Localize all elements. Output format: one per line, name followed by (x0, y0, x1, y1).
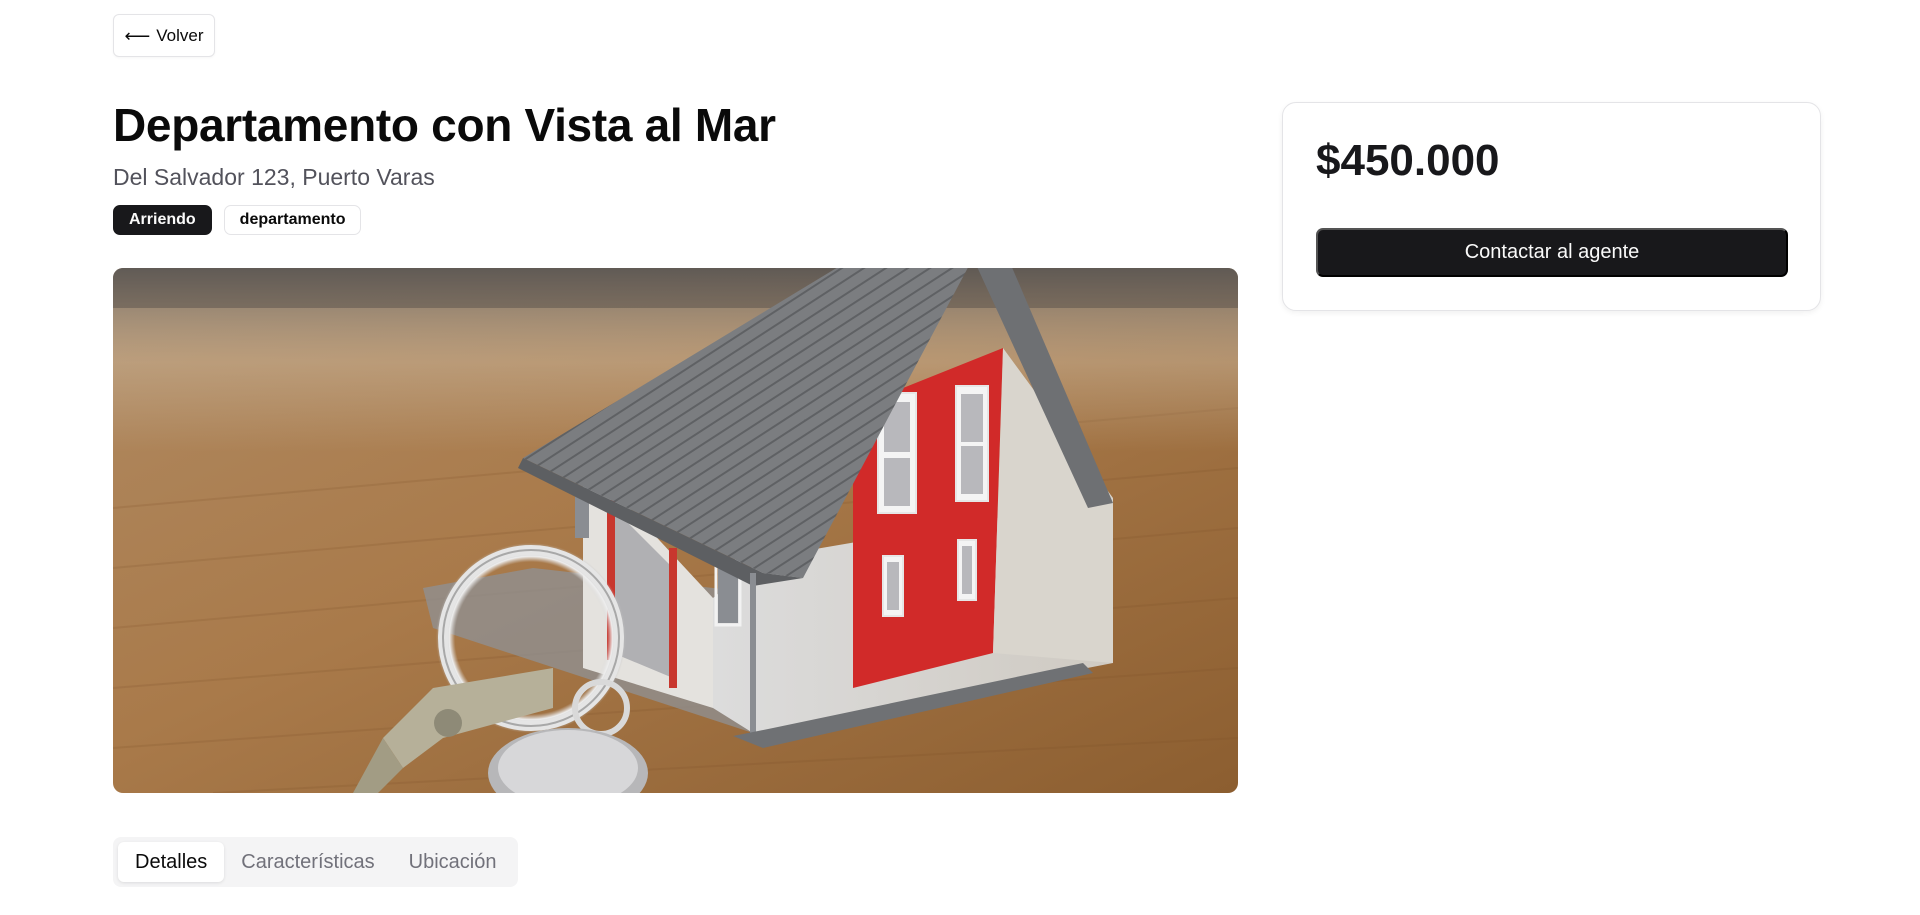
price-card: $450.000 Contactar al agente (1282, 102, 1821, 311)
tab-caracteristicas[interactable]: Características (224, 842, 391, 882)
property-badges: Arriendo departamento (113, 205, 362, 235)
back-button[interactable]: ⟵ Volver (113, 14, 215, 57)
listing-type-badge: Arriendo (113, 205, 212, 235)
property-image (113, 268, 1238, 793)
arrow-left-icon: ⟵ (124, 25, 151, 46)
tab-detalles[interactable]: Detalles (118, 842, 225, 882)
property-address: Del Salvador 123, Puerto Varas (113, 164, 435, 190)
property-detail-page: ⟵ Volver Departamento con Vista al Mar D… (0, 0, 1920, 915)
property-tabs: Detalles Características Ubicación (113, 837, 519, 887)
property-price: $450.000 (1316, 136, 1500, 185)
back-button-label: Volver (156, 25, 204, 45)
tab-ubicacion[interactable]: Ubicación (392, 842, 514, 882)
contact-agent-button[interactable]: Contactar al agente (1316, 228, 1788, 277)
page-title: Departamento con Vista al Mar (113, 99, 776, 151)
property-type-badge: departamento (223, 205, 362, 235)
